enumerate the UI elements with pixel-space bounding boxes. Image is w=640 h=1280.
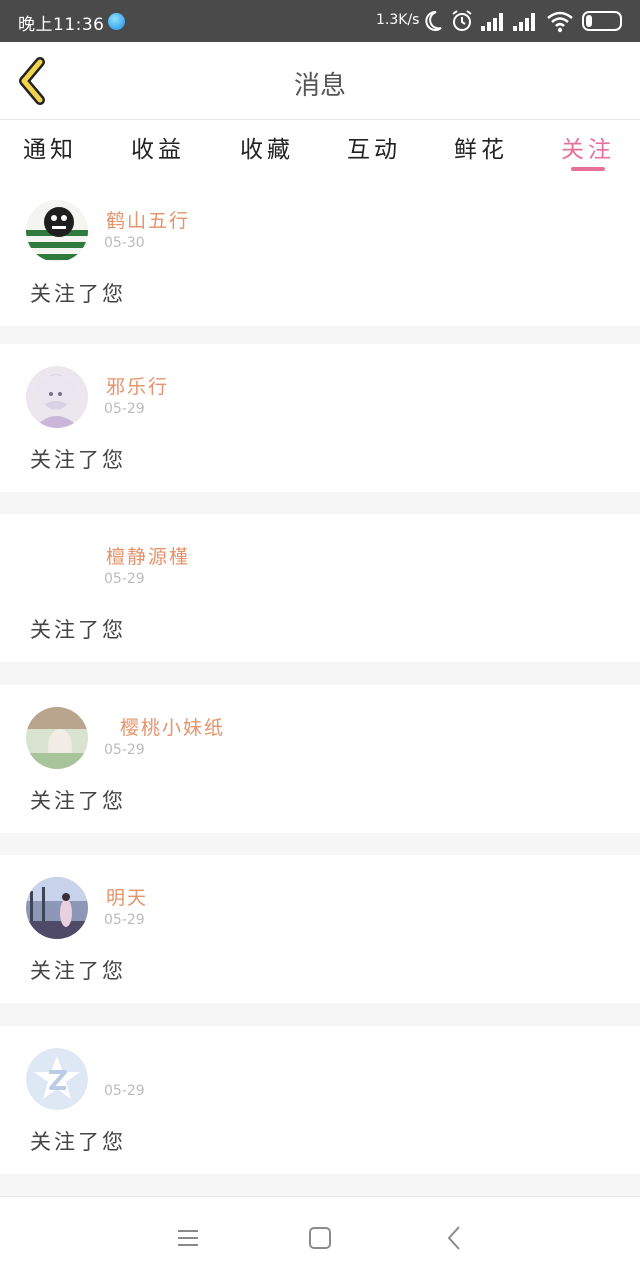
tab-follow[interactable]: 关注	[538, 130, 638, 164]
menu-icon	[178, 1230, 198, 1246]
system-nav-bar	[0, 1196, 640, 1280]
list-item[interactable]: 明天 05-29 关注了您	[0, 855, 640, 1003]
app-notification-icon	[108, 13, 125, 30]
date: 05-29	[104, 912, 145, 928]
signal-icon	[481, 13, 503, 31]
avatar[interactable]	[26, 877, 88, 939]
avatar[interactable]	[26, 536, 88, 598]
list-item[interactable]: 05-29 关注了您	[0, 1026, 640, 1174]
action-text: 关注了您	[30, 618, 126, 642]
list-item[interactable]: 檀静源槿 05-29 关注了您	[0, 514, 640, 662]
tab-flowers[interactable]: 鲜花	[431, 130, 531, 164]
action-text: 关注了您	[30, 1130, 126, 1154]
avatar[interactable]	[26, 707, 88, 769]
action-text: 关注了您	[30, 789, 126, 813]
home-button[interactable]	[305, 1223, 335, 1253]
menu-button[interactable]	[173, 1223, 203, 1253]
username[interactable]: 樱桃小妹纸	[120, 713, 225, 740]
action-text: 关注了您	[30, 959, 126, 983]
battery-icon: 18	[582, 11, 622, 31]
action-text: 关注了您	[30, 448, 126, 472]
status-time: 晚上11:36	[18, 15, 105, 35]
alarm-icon	[452, 10, 472, 31]
action-text: 关注了您	[30, 282, 126, 306]
page-title: 消息	[293, 71, 346, 101]
moon-icon	[425, 10, 442, 31]
date: 05-30	[104, 235, 145, 251]
list-item[interactable]: 樱桃小妹纸 05-29 关注了您	[0, 685, 640, 833]
status-bar: 晚上11:36 1.3K/s 18	[0, 0, 640, 42]
tab-earnings[interactable]: 收益	[108, 130, 208, 164]
username[interactable]: 明天	[106, 883, 148, 910]
username[interactable]: 檀静源槿	[106, 542, 190, 569]
home-square-icon	[309, 1227, 331, 1249]
avatar[interactable]	[26, 1048, 88, 1110]
date: 05-29	[104, 742, 145, 758]
tab-favorites[interactable]: 收藏	[217, 130, 317, 164]
date: 05-29	[104, 1083, 145, 1099]
tab-notice[interactable]: 通知	[0, 130, 100, 164]
list-item[interactable]: 邪乐行 05-29 关注了您	[0, 344, 640, 492]
signal-icon-2	[513, 13, 535, 31]
active-tab-indicator	[571, 167, 605, 171]
date: 05-29	[104, 401, 145, 417]
username[interactable]: 鹤山五行	[106, 206, 190, 233]
network-speed: 1.3K/s	[376, 12, 420, 28]
avatar[interactable]	[26, 366, 88, 428]
wifi-icon	[547, 11, 573, 33]
header-bar: 消息	[0, 42, 640, 120]
tab-bar: 通知 收益 收藏 互动 鲜花 关注	[0, 120, 640, 178]
battery-level: 18	[593, 14, 611, 28]
back-icon	[447, 1226, 460, 1250]
system-back-button[interactable]	[440, 1223, 470, 1253]
date: 05-29	[104, 571, 145, 587]
list-item[interactable]: 鹤山五行 05-30 关注了您	[0, 178, 640, 326]
avatar[interactable]	[26, 200, 88, 262]
tab-interaction[interactable]: 互动	[324, 130, 424, 164]
username[interactable]: 邪乐行	[106, 372, 169, 399]
